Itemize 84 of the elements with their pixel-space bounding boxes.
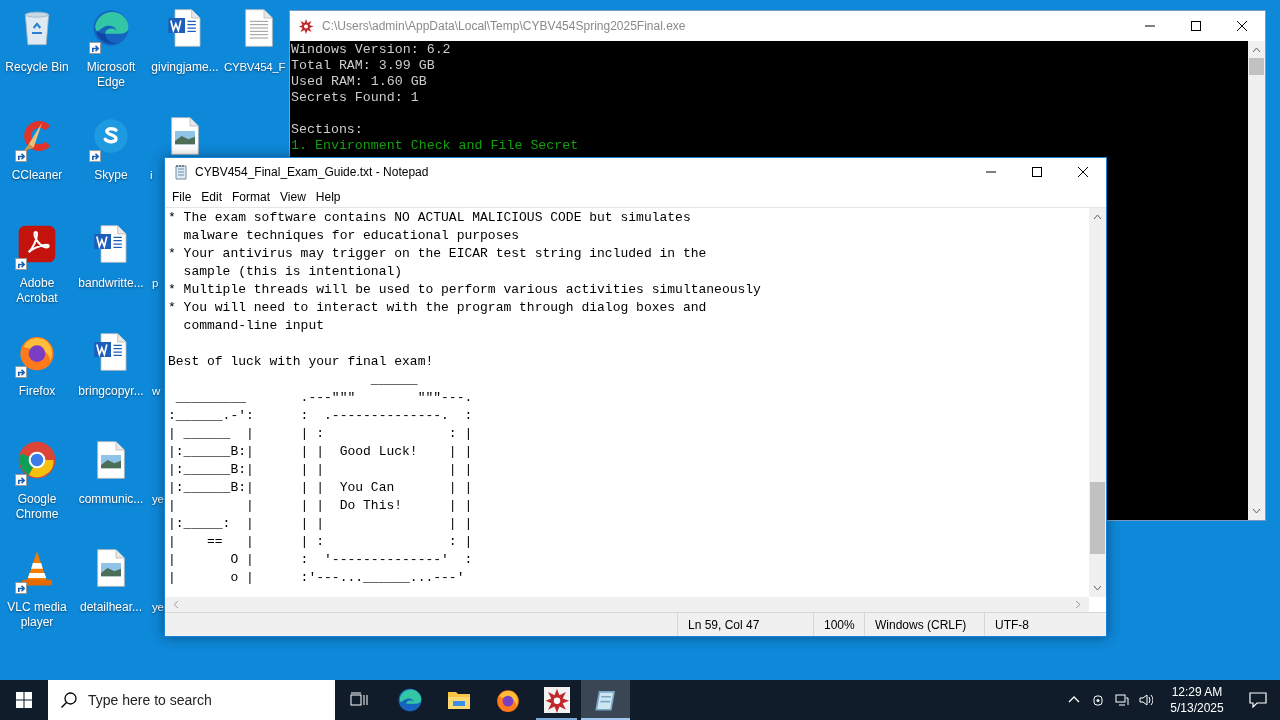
tray-app-icon <box>1091 693 1105 707</box>
text-line: * Multiple threads will be used to perform various activities simultaneously <box>168 281 761 299</box>
splat-icon <box>298 18 314 34</box>
icon-label[interactable]: ye <box>152 600 164 615</box>
text-line: * The exam software contains NO ACTUAL MALICIOUS CODE but simulates <box>168 209 691 227</box>
close-icon <box>1078 167 1088 177</box>
folder-icon <box>446 689 471 711</box>
message-icon <box>1249 692 1267 708</box>
firefox-icon <box>494 687 521 713</box>
icon-label[interactable]: Skype <box>94 168 128 183</box>
menu-item[interactable]: View <box>275 186 311 207</box>
scroll-thumb[interactable] <box>1249 58 1264 75</box>
icon-label[interactable]: Google Chrome <box>0 492 74 522</box>
chrome-icon[interactable] <box>17 440 57 480</box>
status-text: Windows (CRLF) <box>875 616 967 634</box>
icon-label[interactable]: ye <box>152 492 164 507</box>
text-line: command-line input <box>182 317 325 335</box>
icon-label[interactable]: p <box>152 276 159 291</box>
icon-label[interactable]: i <box>150 168 153 183</box>
window-title: CYBV454_Final_Exam_Guide.txt - Notepad <box>195 164 429 181</box>
text-line: malware techniques for educational purposes <box>182 227 520 245</box>
scroll-thumb[interactable] <box>1090 482 1105 554</box>
status-text: Ln 59, Col 47 <box>688 616 760 634</box>
text-line: | O | : '--------------' : <box>168 551 473 569</box>
search-icon <box>60 691 78 709</box>
menu-item[interactable]: Format <box>227 186 276 207</box>
search-field[interactable]: Type here to search <box>48 680 335 720</box>
edge-icon <box>396 687 423 713</box>
console-line: Windows Version: 6.2 <box>291 42 451 58</box>
icon-label[interactable]: communic... <box>78 492 144 507</box>
text-line: |:_____: | | | | | <box>168 515 473 533</box>
skype-icon[interactable] <box>91 116 131 156</box>
icon-label[interactable]: Recycle Bin <box>5 60 69 75</box>
icon-label[interactable]: Firefox <box>18 384 56 399</box>
edge-icon[interactable] <box>91 8 131 48</box>
text-line: ______ <box>369 371 418 389</box>
text-line: |:______B:| | | You Can | | <box>168 479 473 497</box>
speaker-icon <box>1139 693 1153 707</box>
console-line: Sections: <box>291 122 363 138</box>
icon-label[interactable]: VLC media player <box>0 600 74 630</box>
network-icon <box>1115 693 1129 707</box>
text-line: * Your antivirus may trigger on the EICAR test string included in the <box>168 245 707 263</box>
splat-icon <box>543 687 570 713</box>
text-line: |:______B:| | | | | <box>168 461 473 479</box>
menu-item[interactable]: Help <box>310 186 346 207</box>
scrollbar[interactable] <box>1248 41 1265 520</box>
menu-item[interactable]: Edit <box>196 186 228 207</box>
scrollbar[interactable] <box>1089 208 1106 597</box>
taskbar-app-button[interactable] <box>581 680 630 720</box>
text-line: | == | | : : | <box>168 533 473 551</box>
text-line: | o | :'---...______...---' <box>168 569 465 587</box>
icon-label[interactable]: Microsoft Edge <box>74 60 148 90</box>
maximize-icon <box>1032 167 1042 177</box>
text-line: _________ .---""" """---. <box>174 389 473 407</box>
menu-option: 1. Environment Check and File Secret <box>291 138 579 154</box>
text-line: :______.-': : .--------------. : <box>168 407 473 425</box>
console-line: Secrets Found: 1 <box>291 90 419 106</box>
text-line: | ______ | | : : | <box>168 425 473 443</box>
icon-label[interactable]: detailhear... <box>79 600 142 615</box>
windows-logo-icon <box>16 692 32 708</box>
text-line: Best of luck with your final exam! <box>168 353 434 371</box>
task-view-icon <box>349 692 369 708</box>
status-text: UTF-8 <box>995 616 1029 634</box>
clock[interactable]: 12:29 AM 5/13/2025 <box>1158 680 1236 720</box>
icon-label[interactable]: w <box>152 384 160 399</box>
menu-item[interactable]: File <box>167 186 197 207</box>
acrobat-icon[interactable] <box>17 224 57 264</box>
icon-label[interactable]: givingjame... <box>151 60 219 75</box>
icon-label[interactable]: bringcopyr... <box>78 384 144 399</box>
console-line: Total RAM: 3.99 GB <box>291 58 435 74</box>
notepad-icon <box>173 164 189 180</box>
text-line: sample (this is intentional) <box>182 263 403 281</box>
icon-label[interactable]: bandwritte... <box>78 276 144 291</box>
icon-label[interactable]: CCleaner <box>11 168 63 183</box>
icon-label[interactable]: CYBV454_F <box>224 60 286 75</box>
window-title: C:\Users\admin\AppData\Local\Temp\CYBV454Spring2025Final.exe <box>322 18 686 35</box>
text-line: |:______B:| | | Good Luck! | | <box>168 443 473 461</box>
icon-label[interactable]: Adobe Acrobat <box>0 276 74 306</box>
status-text: 100% <box>824 616 855 634</box>
close-icon <box>1237 21 1247 31</box>
console-line: Used RAM: 1.60 GB <box>291 74 427 90</box>
maximize-icon <box>1191 21 1201 31</box>
text-line: | | | | Do This! | | <box>168 497 473 515</box>
text-line: * You will need to interact with the program through dialog boxes and <box>168 299 707 317</box>
